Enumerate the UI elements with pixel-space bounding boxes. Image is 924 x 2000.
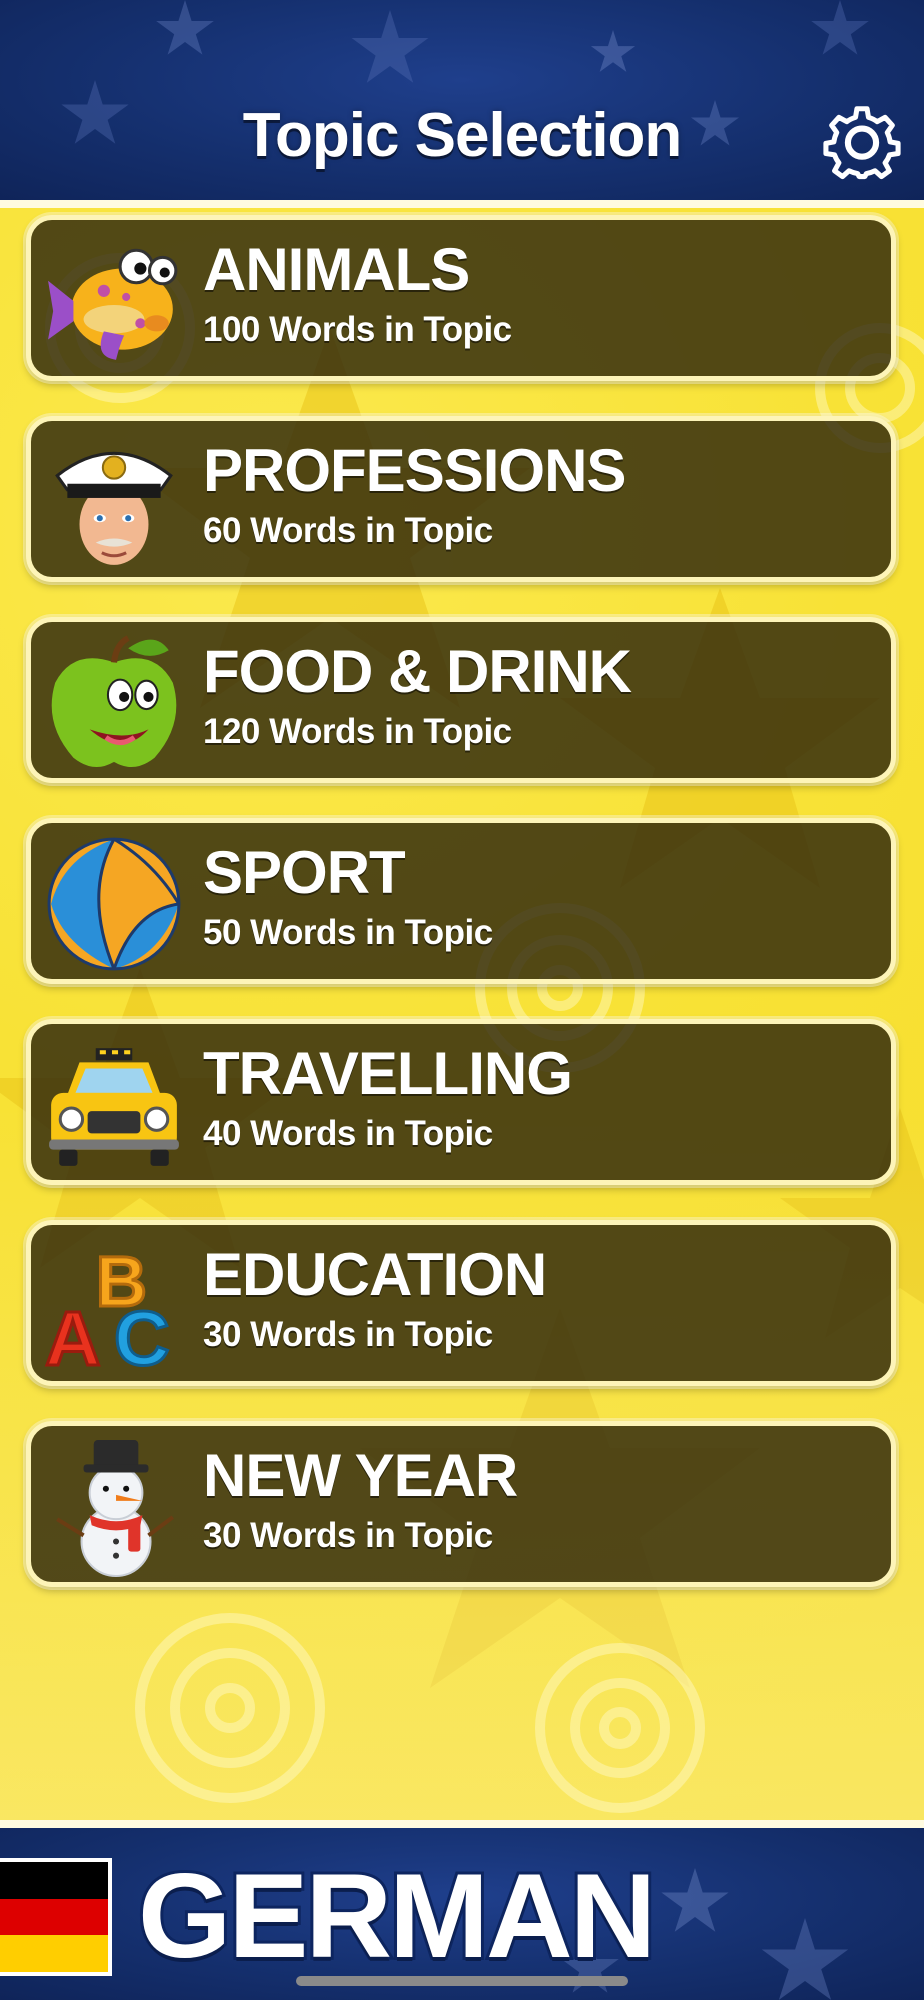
- star-decoration: [811, 0, 869, 55]
- topic-word-count: 30 Words in Topic: [203, 1315, 493, 1354]
- star-decoration: [590, 30, 636, 72]
- topic-card-education[interactable]: B A C EDUCATION 30 Words in Topic: [26, 1220, 896, 1386]
- apple-icon: [51, 635, 177, 768]
- topic-word-count: 30 Words in Topic: [203, 1516, 493, 1555]
- star-decoration: [156, 0, 214, 55]
- gear-icon: [823, 106, 901, 180]
- settings-button[interactable]: [818, 96, 906, 184]
- star-decoration: [351, 10, 429, 83]
- topic-card-food-drink[interactable]: FOOD & DRINK 120 Words in Topic: [26, 617, 896, 783]
- taxi-icon: [49, 1048, 179, 1166]
- topic-word-count: 60 Words in Topic: [203, 511, 493, 550]
- header-bar: Topic Selection: [0, 0, 924, 200]
- topic-list-area: ANIMALS 100 Words in Topic PROFESSIONS 6…: [0, 208, 924, 1820]
- snowman-icon: [56, 1440, 175, 1577]
- topic-word-count: 120 Words in Topic: [203, 712, 512, 751]
- captain-icon: [55, 451, 173, 565]
- topic-card-sport[interactable]: SPORT 50 Words in Topic: [26, 818, 896, 984]
- star-decoration: [661, 1868, 729, 1932]
- flag-stripe-red: [0, 1898, 108, 1936]
- home-indicator[interactable]: [296, 1976, 628, 1986]
- topic-name: PROFESSIONS: [203, 437, 626, 504]
- topic-name: NEW YEAR: [203, 1442, 518, 1509]
- footer-bar: GERMAN: [0, 1828, 924, 2000]
- topic-word-count: 100 Words in Topic: [203, 310, 512, 349]
- abc-blocks-icon: B A C: [44, 1241, 172, 1377]
- svg-text:A: A: [45, 1296, 101, 1377]
- topic-word-count: 40 Words in Topic: [203, 1114, 493, 1153]
- flag-stripe-black: [0, 1862, 108, 1899]
- flag-stripe-gold: [0, 1935, 108, 1972]
- volleyball-icon: [47, 837, 181, 971]
- topic-word-count: 50 Words in Topic: [203, 913, 493, 952]
- footer-divider: [0, 1820, 924, 1828]
- topic-name: FOOD & DRINK: [203, 638, 632, 705]
- header-divider: [0, 200, 924, 208]
- topic-name: ANIMALS: [203, 236, 470, 303]
- topic-name: EDUCATION: [203, 1241, 547, 1308]
- topic-name: SPORT: [203, 839, 406, 906]
- germany-flag-icon: [0, 1858, 112, 1976]
- svg-text:C: C: [114, 1296, 170, 1377]
- fish-icon: [48, 248, 178, 360]
- topic-card-professions[interactable]: PROFESSIONS 60 Words in Topic: [26, 416, 896, 582]
- topic-name: TRAVELLING: [203, 1040, 573, 1107]
- topic-card-travelling[interactable]: TRAVELLING 40 Words in Topic: [26, 1019, 896, 1185]
- topic-card-new-year[interactable]: NEW YEAR 30 Words in Topic: [26, 1421, 896, 1587]
- page-title: Topic Selection: [242, 101, 683, 170]
- star-decoration: [761, 1918, 849, 2000]
- topic-card-animals[interactable]: ANIMALS 100 Words in Topic: [26, 215, 896, 381]
- language-label: GERMAN: [135, 1849, 659, 1983]
